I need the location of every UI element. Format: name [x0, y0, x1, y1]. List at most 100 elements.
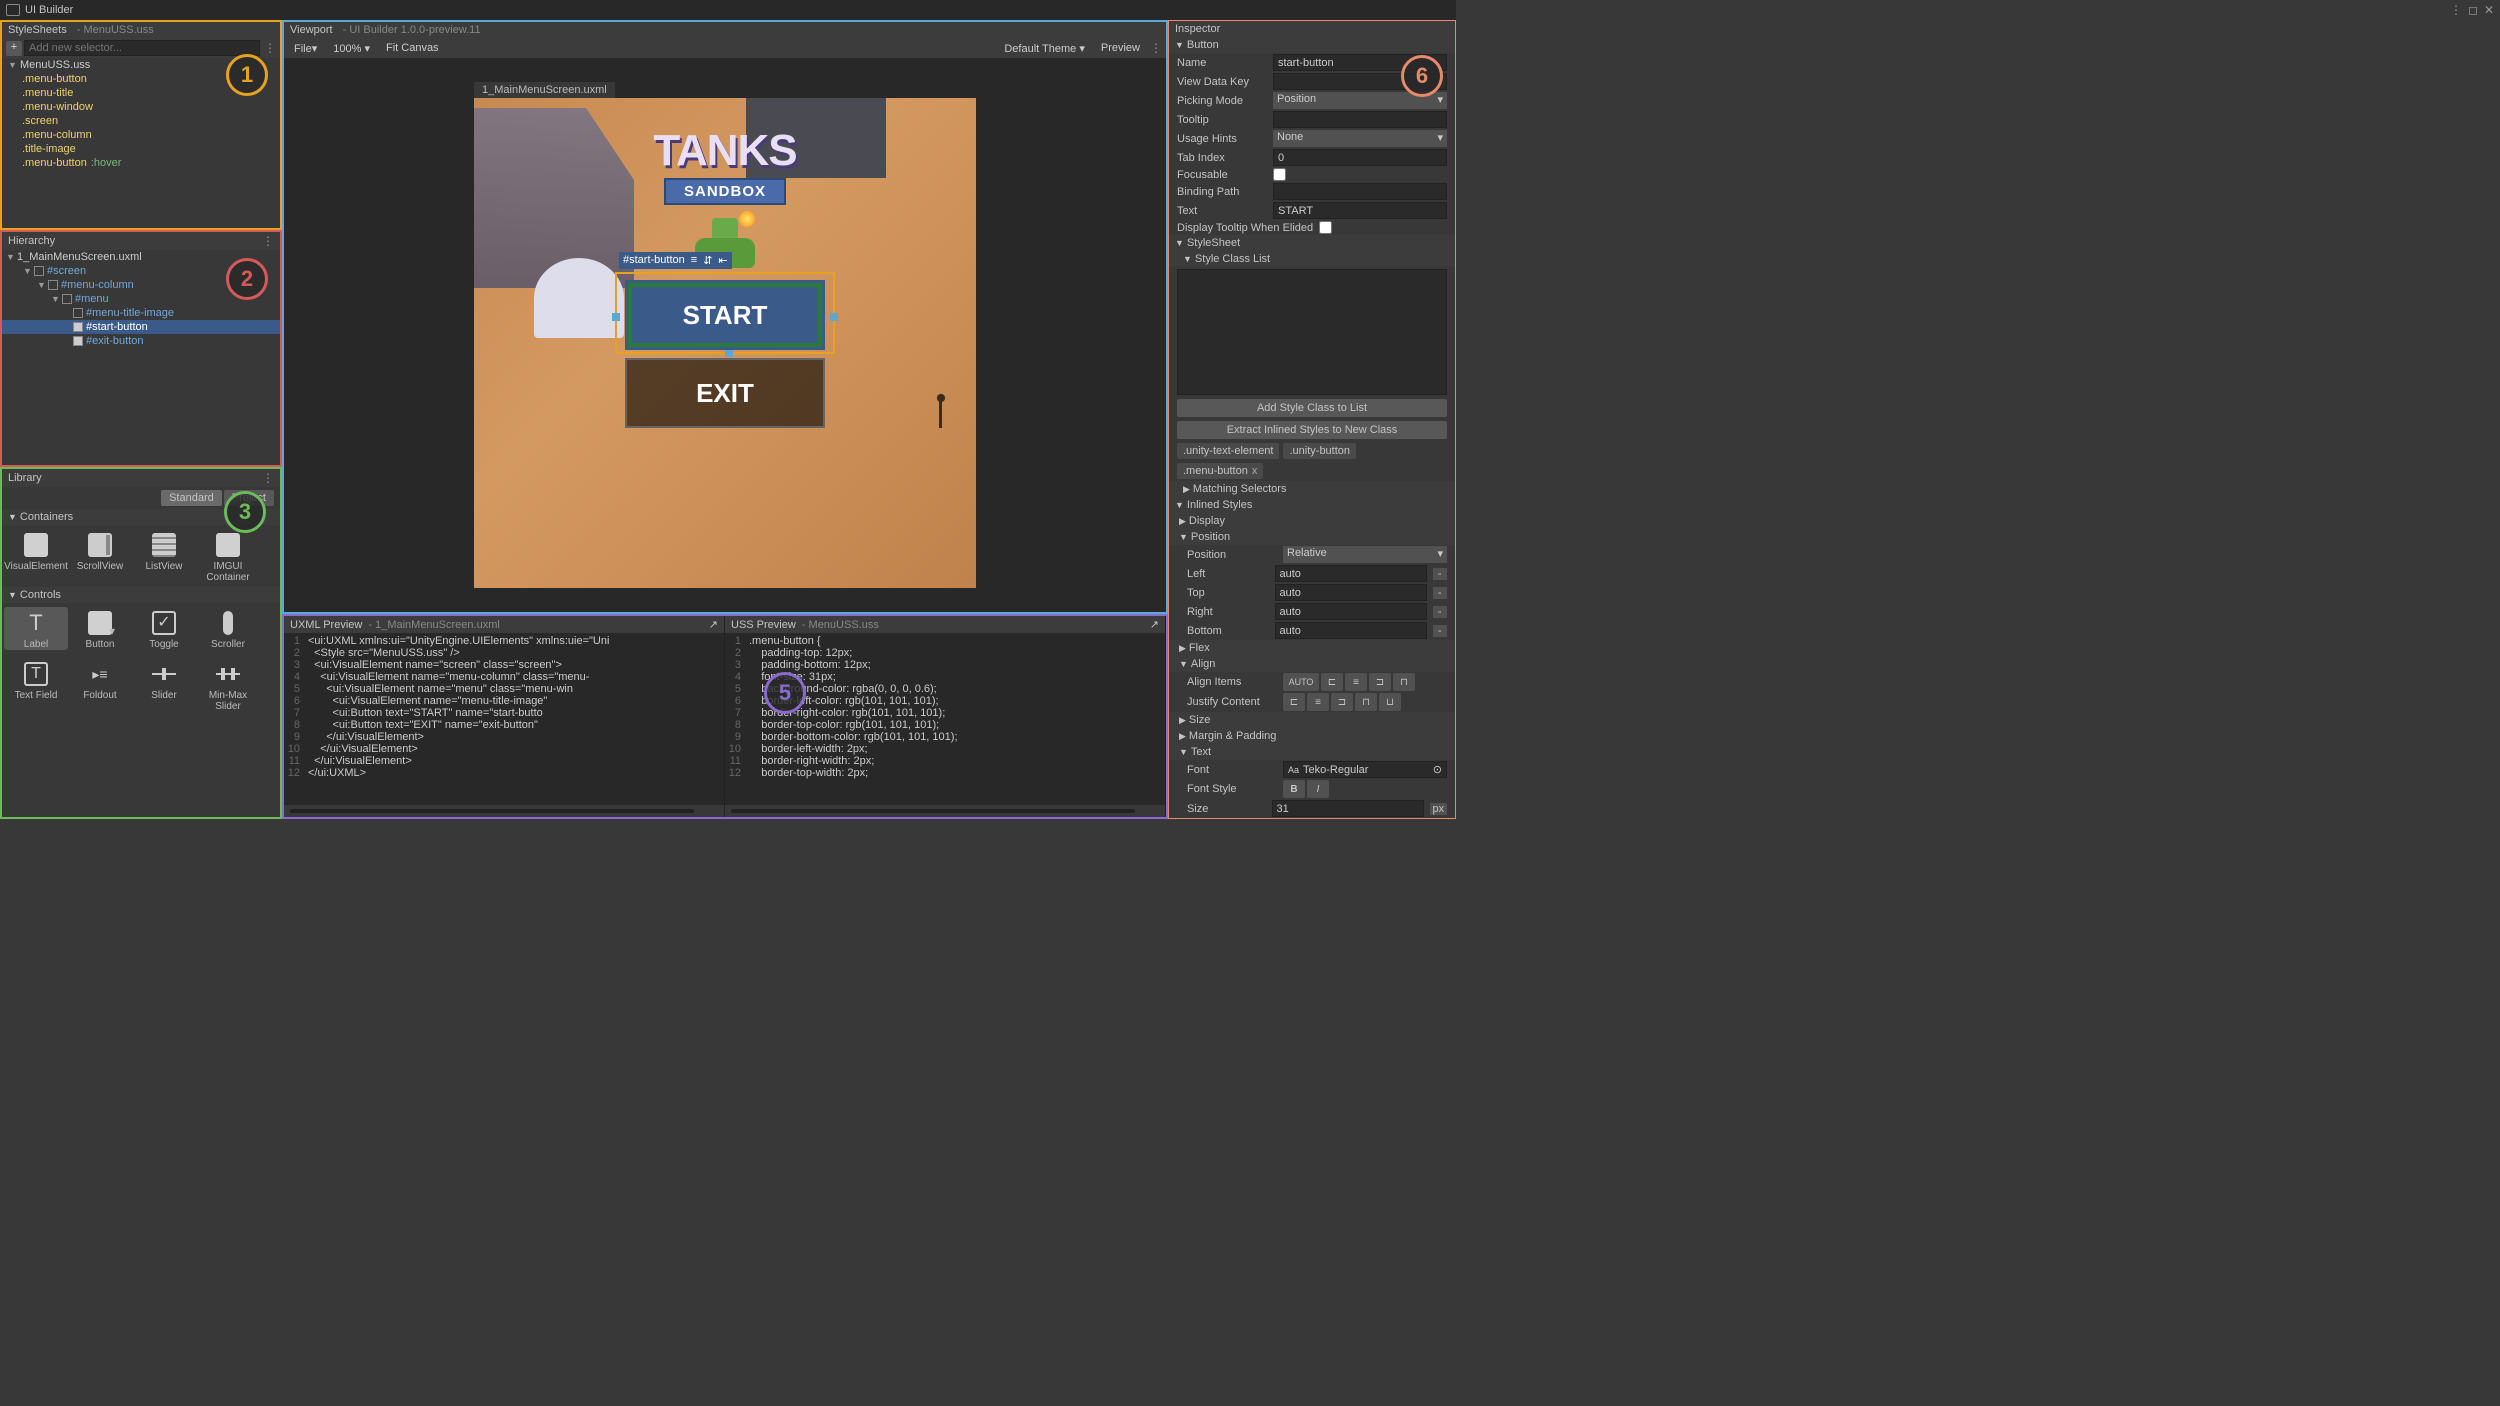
bottom-field[interactable]: [1275, 622, 1427, 639]
lib-listview[interactable]: ListView: [132, 529, 196, 583]
lib-button[interactable]: ▾Button: [68, 607, 132, 650]
kebab-icon[interactable]: ⋮: [264, 41, 276, 55]
extract-button[interactable]: Extract Inlined Styles to New Class: [1177, 421, 1447, 439]
start-button[interactable]: START: [625, 280, 825, 350]
kebab-icon[interactable]: ⋮: [1150, 41, 1162, 56]
foldout-margin[interactable]: ▶Margin & Padding: [1169, 728, 1455, 744]
foldout-display[interactable]: ▶Display: [1169, 513, 1455, 529]
stylesheets-title: StyleSheets: [8, 24, 67, 36]
hierarchy-item[interactable]: #menu-title-image: [2, 306, 280, 320]
close-icon[interactable]: ✕: [2484, 3, 2494, 17]
usagehints-select[interactable]: None▾: [1273, 130, 1447, 147]
dtwe-checkbox[interactable]: [1319, 221, 1332, 234]
fontsize-field[interactable]: [1272, 800, 1424, 817]
align-icon[interactable]: ≡: [691, 254, 697, 267]
foldout-position[interactable]: ▼Position: [1169, 529, 1455, 545]
hierarchy-item[interactable]: #exit-button: [2, 334, 280, 348]
zoom-dropdown[interactable]: 100% ▾: [327, 41, 376, 56]
focusable-checkbox[interactable]: [1273, 168, 1286, 181]
foldout-size[interactable]: ▶Size: [1169, 712, 1455, 728]
top-field[interactable]: [1275, 584, 1427, 601]
add-selector-button[interactable]: +: [6, 41, 22, 56]
lib-textfield[interactable]: TText Field: [4, 658, 68, 712]
tab-standard[interactable]: Standard: [161, 490, 222, 506]
bindingpath-field[interactable]: [1273, 183, 1447, 200]
lib-scrollview[interactable]: ScrollView: [68, 529, 132, 583]
align-icon[interactable]: ⇤: [718, 254, 727, 267]
lib-visualelement[interactable]: VisualElement: [4, 529, 68, 583]
font-style-buttons[interactable]: BI: [1283, 780, 1329, 798]
lib-scroller[interactable]: Scroller: [196, 607, 260, 650]
class-input[interactable]: [1177, 269, 1447, 395]
window-controls[interactable]: ⋮ ◻ ✕: [2450, 3, 2494, 17]
viewport-panel: 4 Viewport - UI Builder 1.0.0-preview.11…: [282, 20, 1168, 614]
align-items-buttons[interactable]: AUTO⊏≡⊐⊓: [1283, 673, 1415, 691]
justify-content-buttons[interactable]: ⊏≡⊐⊓⊔: [1283, 693, 1401, 711]
class-chip[interactable]: .unity-text-element: [1177, 443, 1279, 459]
class-chip[interactable]: .menu-buttonx: [1177, 463, 1263, 479]
tabindex-field[interactable]: [1273, 149, 1447, 166]
class-chip[interactable]: .unity-button: [1283, 443, 1356, 459]
section-button[interactable]: ▼Button: [1169, 37, 1455, 53]
kebab-icon[interactable]: ⋮: [262, 471, 274, 485]
badge-6: 6: [1401, 55, 1443, 97]
popout-icon[interactable]: ↗: [1150, 618, 1159, 631]
popout-icon[interactable]: ↗: [709, 618, 718, 631]
inspector-panel: 6 Inspector ▼Button Name View Data Key P…: [1168, 20, 1456, 819]
foldout-align[interactable]: ▼Align: [1169, 656, 1455, 672]
right-field[interactable]: [1275, 603, 1427, 620]
foldout-scl[interactable]: ▼Style Class List: [1169, 251, 1455, 267]
uss-code[interactable]: 1.menu-button {2 padding-top: 12px;3 pad…: [725, 633, 1165, 805]
uss-preview-title: USS Preview: [731, 619, 796, 631]
lib-label[interactable]: TLabel: [4, 607, 68, 650]
lib-minmaxslider[interactable]: Min-Max Slider: [196, 658, 260, 712]
uxml-code[interactable]: 1<ui:UXML xmlns:ui="UnityEngine.UIElemen…: [284, 633, 724, 805]
uxml-preview-title: UXML Preview: [290, 619, 362, 631]
viewport-title: Viewport: [290, 24, 333, 36]
game-subtitle: SANDBOX: [664, 178, 786, 205]
library-panel: 3 Library ⋮ Standard Project ▼Containers…: [0, 467, 282, 819]
foldout-text[interactable]: ▼Text: [1169, 744, 1455, 760]
theme-dropdown[interactable]: Default Theme ▾: [998, 41, 1091, 56]
selector-item[interactable]: .menu-column: [2, 128, 280, 142]
selector-input[interactable]: [24, 40, 260, 56]
foldout-matching[interactable]: ▶Matching Selectors: [1169, 481, 1455, 497]
foldout-flex[interactable]: ▶Flex: [1169, 640, 1455, 656]
canvas-tab: 1_MainMenuScreen.uxml: [474, 82, 615, 98]
remove-chip-icon[interactable]: x: [1252, 465, 1258, 477]
selector-item[interactable]: .screen: [2, 114, 280, 128]
lib-toggle[interactable]: ✓Toggle: [132, 607, 196, 650]
lib-foldout[interactable]: ▸≡Foldout: [68, 658, 132, 712]
position-select[interactable]: Relative▾: [1283, 546, 1447, 563]
font-field[interactable]: AaTeko-Regular⊙: [1283, 761, 1447, 778]
selector-item[interactable]: .menu-button:hover: [2, 156, 280, 170]
hierarchy-item-selected[interactable]: #start-button: [2, 320, 280, 334]
scrollbar[interactable]: [725, 805, 1165, 817]
lib-imgui[interactable]: IMGUI Container: [196, 529, 260, 583]
kebab-icon[interactable]: ⋮: [2450, 3, 2462, 17]
preview-button[interactable]: Preview: [1095, 41, 1146, 56]
foldout-stylesheet[interactable]: ▼StyleSheet: [1169, 235, 1455, 251]
canvas[interactable]: TANKS SANDBOX: [474, 98, 976, 588]
scrollbar[interactable]: [284, 805, 724, 817]
left-field[interactable]: [1275, 565, 1427, 582]
selector-item[interactable]: .menu-window: [2, 100, 280, 114]
lib-slider[interactable]: Slider: [132, 658, 196, 712]
add-class-button[interactable]: Add Style Class to List: [1177, 399, 1447, 417]
maximize-icon[interactable]: ◻: [2468, 3, 2478, 17]
foldout-inlined[interactable]: ▼Inlined Styles: [1169, 497, 1455, 513]
align-icon[interactable]: ⇵: [703, 254, 712, 267]
exit-button[interactable]: EXIT: [625, 358, 825, 428]
kebab-icon[interactable]: ⋮: [262, 234, 274, 248]
hierarchy-title: Hierarchy: [8, 235, 55, 247]
text-field[interactable]: [1273, 202, 1447, 219]
tooltip-field[interactable]: [1273, 111, 1447, 128]
window-title: UI Builder: [25, 4, 73, 16]
titlebar: UI Builder ⋮ ◻ ✕: [0, 0, 1456, 20]
fit-canvas-button[interactable]: Fit Canvas: [380, 41, 445, 55]
hierarchy-panel: 2 Hierarchy ⋮ ▼ 1_MainMenuScreen.uxml ▼#…: [0, 230, 282, 467]
canvas-area[interactable]: 1_MainMenuScreen.uxml TANKS SANDBOX: [284, 58, 1166, 612]
file-menu[interactable]: File▾: [288, 41, 323, 56]
selector-item[interactable]: .title-image: [2, 142, 280, 156]
code-previews: 5 UXML Preview - 1_MainMenuScreen.uxml ↗…: [282, 614, 1168, 819]
